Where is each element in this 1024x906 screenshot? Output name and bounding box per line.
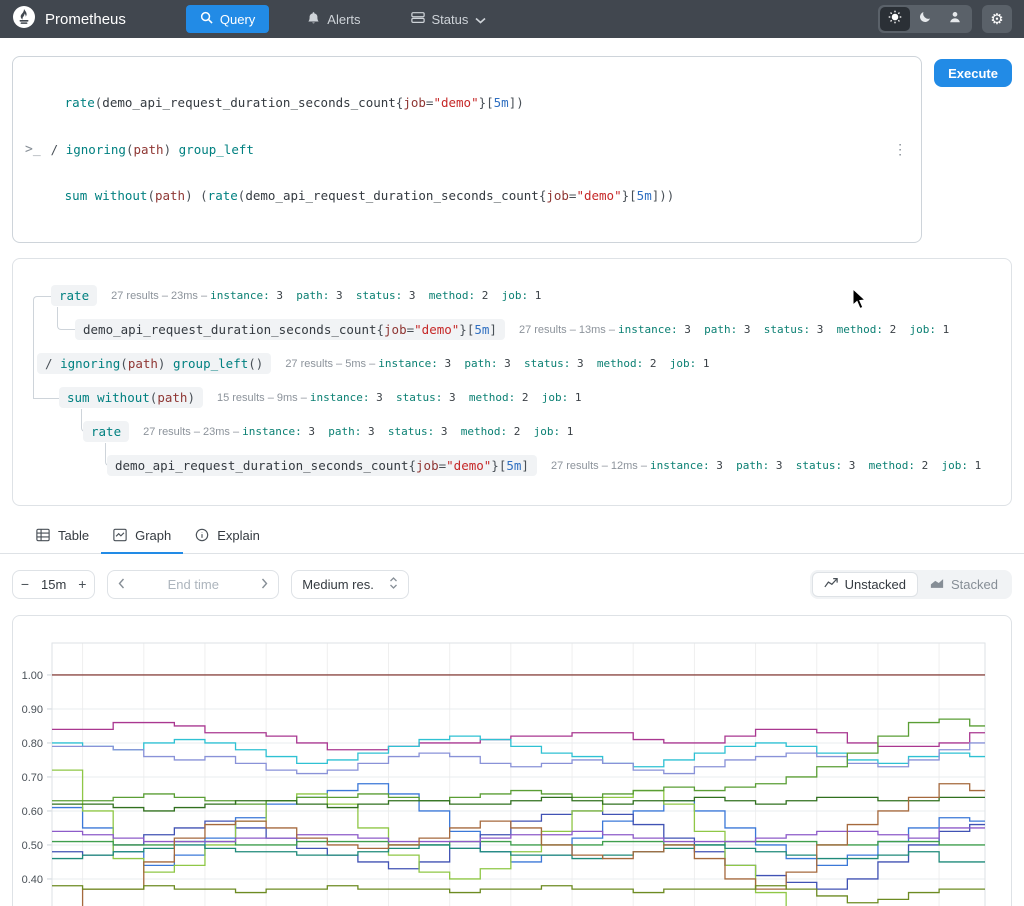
tree-row: rate 27 results – 23ms – instance: 3 path…	[13, 415, 1011, 449]
query-tree-panel: rate 27 results – 23ms – instance: 3 path…	[12, 257, 1012, 506]
range-stepper: − 15m +	[12, 569, 96, 599]
expression-line: sum without(path) (rate(demo_api_request…	[64, 188, 675, 203]
tree-node-pill[interactable]: demo_api_request_duration_seconds_count{…	[75, 319, 505, 340]
range-increase-button[interactable]: +	[70, 576, 94, 592]
query-row: >_ rate(demo_api_request_duration_second…	[12, 56, 1012, 243]
tree-node-pill[interactable]: rate	[51, 285, 98, 306]
nav-item-status[interactable]: Status	[399, 5, 499, 33]
moon-icon	[919, 10, 932, 28]
navbar: Prometheus Query Alerts Status ⚙︎	[0, 0, 1024, 38]
tree-rows: rate 27 results – 23ms – instance: 3 path…	[13, 279, 1011, 483]
end-time-input[interactable]: End time	[168, 577, 219, 592]
tree-row: / ignoring(path) group_left() 27 results …	[13, 347, 1011, 381]
tab-explain[interactable]: Explain	[183, 520, 272, 554]
sun-icon	[888, 10, 902, 29]
tab-table-label: Table	[58, 527, 90, 543]
tree-node-pill[interactable]: demo_api_request_duration_seconds_count{…	[107, 455, 537, 476]
graph-controls: − 15m + End time Medium res. Unstacked S…	[12, 569, 1012, 599]
nav-query-label: Query	[219, 11, 256, 27]
info-icon	[195, 528, 209, 542]
table-icon	[36, 528, 50, 542]
tree-node-stats: 27 results – 12ms – instance: 3 path: 3 …	[550, 459, 982, 472]
database-icon	[410, 11, 425, 27]
tree-node-stats: 27 results – 23ms – instance: 3 path: 3 …	[143, 425, 574, 438]
tree-row: sum without(path) 15 results – 9ms – inst…	[13, 381, 1011, 415]
tree-node-pill[interactable]: sum without(path)	[59, 387, 203, 408]
resolution-select[interactable]: Medium res.	[291, 569, 410, 599]
tree-node-stats: 15 results – 9ms – instance: 3 status: 3…	[216, 391, 582, 404]
theme-auto-button[interactable]	[940, 7, 970, 31]
range-decrease-button[interactable]: −	[13, 576, 37, 592]
expression-code[interactable]: rate(demo_api_request_duration_seconds_c…	[51, 64, 889, 235]
end-time-picker[interactable]: End time	[107, 569, 280, 599]
graph-icon	[113, 528, 127, 542]
svg-text:0.70: 0.70	[22, 771, 43, 783]
tree-node-stats: 27 results – 23ms – instance: 3 path: 3 …	[111, 289, 542, 302]
bell-icon	[307, 11, 320, 28]
stacking-toggle-group: Unstacked Stacked	[809, 569, 1012, 599]
brand[interactable]: Prometheus	[12, 5, 126, 34]
tab-table[interactable]: Table	[24, 520, 101, 554]
stacked-label: Stacked	[951, 576, 998, 592]
chevron-right-icon[interactable]	[261, 577, 268, 592]
kebab-menu-icon[interactable]: ⋮	[889, 141, 911, 158]
svg-text:0.50: 0.50	[22, 839, 43, 851]
gear-icon: ⚙︎	[990, 11, 1004, 28]
tree-row: demo_api_request_duration_seconds_count{…	[13, 313, 1011, 347]
area-chart-icon	[930, 577, 944, 592]
chevron-down-icon	[475, 12, 486, 27]
terminal-prompt-icon: >_	[25, 141, 41, 157]
result-tabs: Table Graph Explain	[0, 520, 1024, 554]
nav-item-alerts[interactable]: Alerts	[295, 5, 372, 34]
svg-text:0.40: 0.40	[22, 873, 43, 885]
tab-graph[interactable]: Graph	[101, 520, 184, 554]
prometheus-logo-icon	[12, 5, 36, 34]
select-chevrons-icon	[389, 576, 398, 593]
nav-alerts-label: Alerts	[327, 11, 361, 27]
execute-button[interactable]: Execute	[934, 59, 1012, 87]
graph-panel: 0.100.200.300.400.500.600.700.800.901.00…	[12, 614, 1012, 906]
resolution-value: Medium res.	[302, 576, 374, 592]
stacked-button[interactable]: Stacked	[918, 572, 1010, 597]
tree-node-pill[interactable]: rate	[83, 421, 130, 442]
range-value[interactable]: 15m	[37, 577, 70, 592]
svg-text:0.80: 0.80	[22, 737, 43, 749]
tree-node-stats: 27 results – 13ms – instance: 3 path: 3 …	[518, 323, 950, 336]
theme-light-button[interactable]	[880, 7, 910, 31]
user-icon	[948, 10, 962, 29]
nav-item-query[interactable]: Query	[185, 5, 270, 33]
svg-text:0.90: 0.90	[22, 703, 43, 715]
settings-button[interactable]: ⚙︎	[982, 5, 1012, 33]
unstacked-label: Unstacked	[844, 576, 907, 592]
tab-explain-label: Explain	[217, 527, 260, 543]
line-chart[interactable]: 0.100.200.300.400.500.600.700.800.901.00…	[13, 616, 1009, 906]
tree-node-pill[interactable]: / ignoring(path) group_left()	[37, 353, 272, 374]
svg-text:0.60: 0.60	[22, 805, 43, 817]
tab-graph-label: Graph	[135, 527, 172, 543]
search-icon	[200, 11, 213, 27]
expression-input[interactable]: >_ rate(demo_api_request_duration_second…	[12, 56, 923, 243]
brand-title: Prometheus	[45, 10, 126, 28]
chevron-left-icon[interactable]	[118, 577, 125, 592]
tree-row: demo_api_request_duration_seconds_count{…	[13, 449, 1011, 483]
expression-line: rate(demo_api_request_duration_seconds_c…	[64, 95, 524, 110]
nav-status-label: Status	[431, 11, 469, 27]
unstacked-button[interactable]: Unstacked	[811, 571, 919, 597]
line-chart-icon	[823, 577, 838, 592]
tree-row: rate 27 results – 23ms – instance: 3 path…	[13, 279, 1011, 313]
tree-node-stats: 27 results – 5ms – instance: 3 path: 3 s…	[285, 357, 710, 370]
theme-dark-button[interactable]	[910, 7, 940, 31]
expression-line: / ignoring(path) group_left	[50, 141, 254, 157]
theme-toggle-group	[878, 5, 972, 33]
svg-text:1.00: 1.00	[22, 669, 43, 681]
